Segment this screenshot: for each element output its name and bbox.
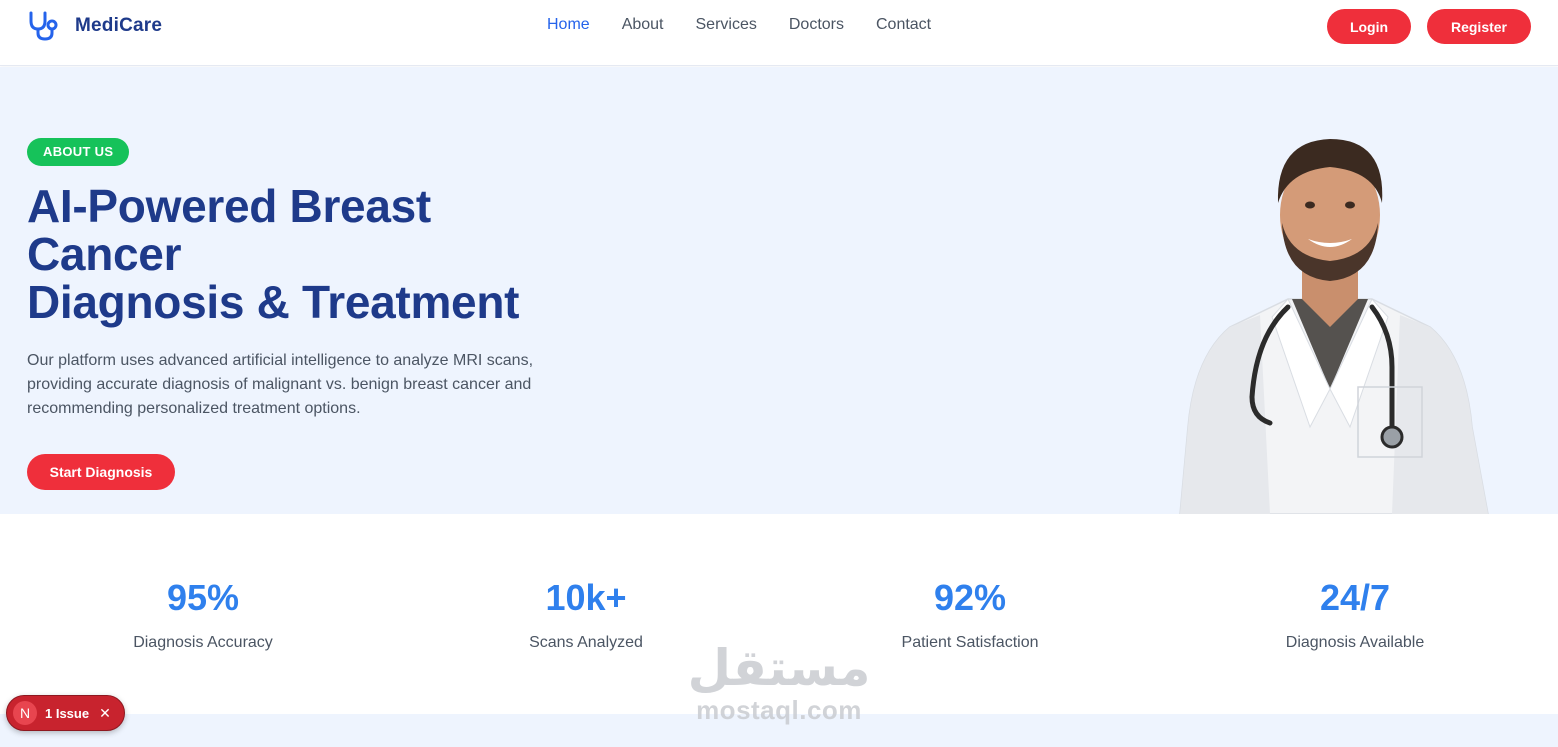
stethoscope-icon	[29, 11, 58, 41]
start-diagnosis-button[interactable]: Start Diagnosis	[27, 454, 175, 490]
nav-home[interactable]: Home	[547, 16, 590, 34]
hero-section: ABOUT US AI-Powered Breast Cancer Diagno…	[0, 67, 1558, 514]
stat-value: 24/7	[1319, 577, 1391, 618]
watermark-latin: mostaql.com	[696, 695, 862, 725]
stat-item: 24/7 Diagnosis Available	[1205, 578, 1505, 652]
site-header: MediCare Home About Services Doctors Con…	[0, 0, 1558, 66]
close-icon[interactable]: ✕	[99, 705, 111, 722]
hero-title-line: Diagnosis & Treatment	[27, 276, 520, 328]
stat-value: 10k+	[545, 577, 627, 618]
hero-title: AI-Powered Breast Cancer Diagnosis & Tre…	[27, 182, 647, 326]
hero-title-line: AI-Powered Breast	[27, 180, 431, 232]
nav-doctors[interactable]: Doctors	[789, 16, 844, 34]
nav-services[interactable]: Services	[696, 16, 757, 34]
about-us-badge: ABOUT US	[27, 138, 130, 166]
hero-description: Our platform uses advanced artificial in…	[27, 352, 534, 417]
stat-item: 95% Diagnosis Accuracy	[53, 578, 353, 652]
hero-title-line: Cancer	[27, 228, 182, 280]
stat-label: Diagnosis Accuracy	[133, 634, 273, 651]
nav-about[interactable]: About	[622, 16, 664, 34]
watermark-arabic: مستقل	[687, 639, 871, 697]
stat-value: 95%	[166, 577, 240, 618]
issue-count: 1 Issue	[45, 705, 90, 721]
login-button[interactable]: Login	[1327, 9, 1411, 44]
issue-indicator[interactable]: N 1 Issue ✕	[6, 695, 125, 731]
brand-logo[interactable]: MediCare	[27, 10, 162, 42]
register-button[interactable]: Register	[1427, 9, 1531, 44]
stat-label: Diagnosis Available	[1285, 634, 1425, 651]
mostaql-watermark: مستقل mostaql.com	[684, 640, 874, 724]
main-nav: Home About Services Doctors Contact	[547, 16, 931, 34]
nav-contact[interactable]: Contact	[876, 16, 931, 34]
brand-name: MediCare	[75, 15, 163, 36]
doctor-image	[1179, 139, 1489, 514]
stat-value: 92%	[933, 577, 1007, 618]
nextjs-icon: N	[13, 701, 37, 725]
